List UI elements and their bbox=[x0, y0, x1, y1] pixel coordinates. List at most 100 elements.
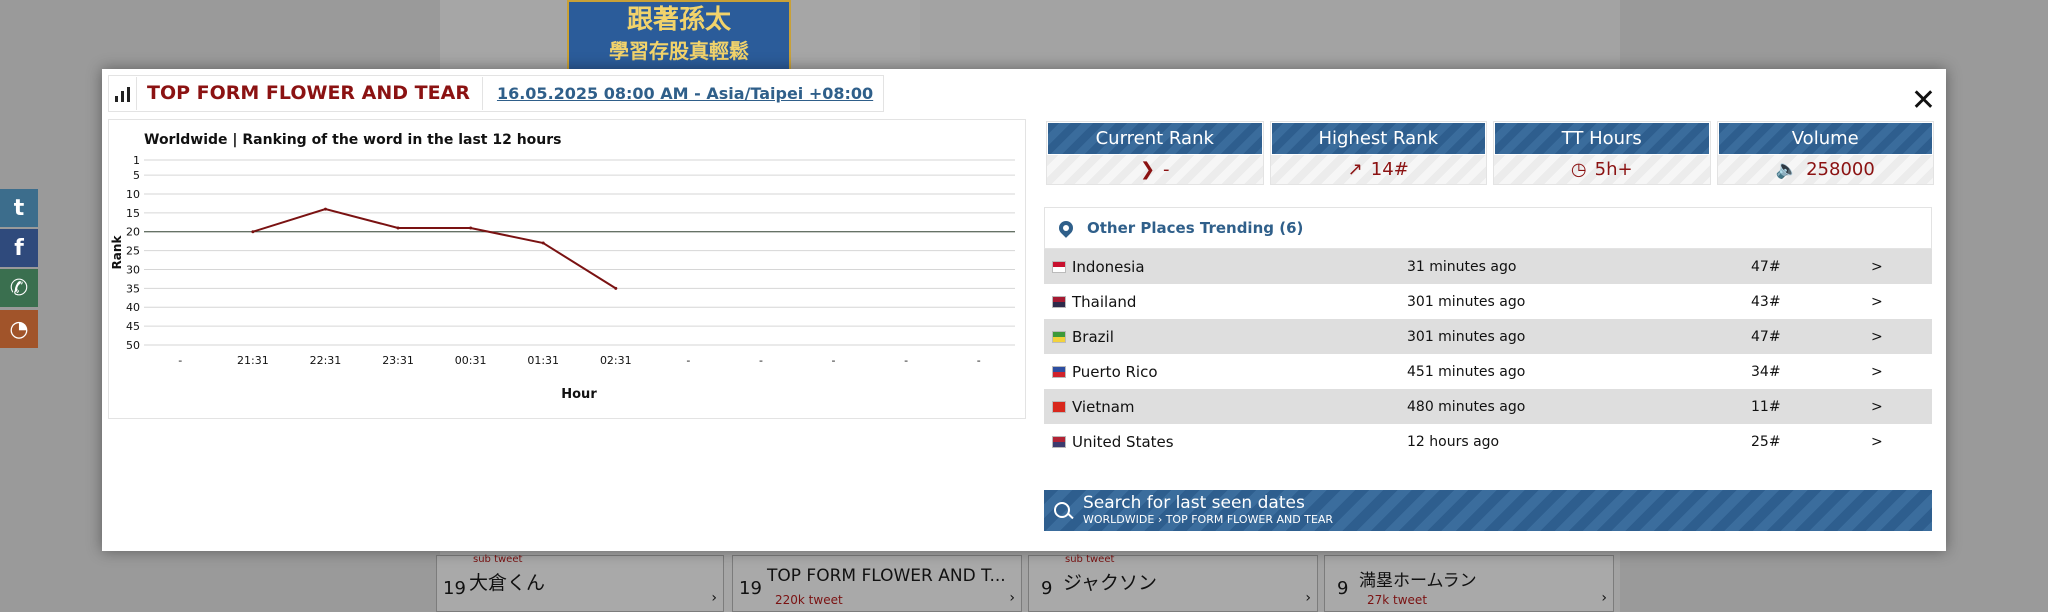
series-line bbox=[252, 208, 617, 290]
stat-label: Highest Rank bbox=[1270, 122, 1486, 155]
cell-rank: 9 bbox=[1041, 578, 1053, 599]
x-tick-label: - bbox=[904, 354, 908, 367]
flag-icon bbox=[1052, 435, 1066, 448]
trend-detail-modal: ✕ TOP FORM FLOWER AND TEAR 16.05.2025 08… bbox=[102, 69, 1946, 551]
place-row[interactable]: Thailand 301 minutes ago 43# > bbox=[1044, 284, 1932, 319]
trend-date-link[interactable]: 16.05.2025 08:00 AM - Asia/Taipei +08:00 bbox=[483, 77, 883, 110]
x-tick-label: 21:31 bbox=[237, 354, 269, 367]
stat-value: 5h+ bbox=[1594, 158, 1633, 180]
x-tick-label: 00:31 bbox=[455, 354, 487, 367]
y-axis-label: Rank bbox=[110, 235, 124, 270]
place-row[interactable]: Vietnam 480 minutes ago 11# > bbox=[1044, 389, 1932, 424]
stat-highest-rank: Highest Rank ↗ 14# bbox=[1269, 121, 1487, 185]
y-tick-label: 15 bbox=[126, 207, 140, 220]
x-tick-label: 22:31 bbox=[310, 354, 342, 367]
y-tick-label: 50 bbox=[126, 339, 140, 352]
y-tick-label: 20 bbox=[126, 226, 140, 239]
search-last-seen-button[interactable]: Search for last seen dates WORLDWIDE › T… bbox=[1044, 490, 1932, 531]
whatsapp-icon[interactable]: ✆ bbox=[0, 269, 38, 307]
trend-cell[interactable]: 9 満塁ホームラン 27k tweet › bbox=[1324, 555, 1614, 612]
place-rank: 47# bbox=[1751, 328, 1781, 345]
x-tick-label: 02:31 bbox=[600, 354, 632, 367]
trend-cell[interactable]: 19 TOP FORM FLOWER AND T... 220k tweet › bbox=[732, 555, 1022, 612]
flag-icon bbox=[1052, 365, 1066, 378]
y-tick-label: 40 bbox=[126, 301, 140, 314]
y-tick-label: 45 bbox=[126, 320, 140, 333]
cell-rank: 9 bbox=[1337, 578, 1349, 599]
ad-banner[interactable]: 跟著孫太 學習存股真輕鬆 bbox=[567, 0, 791, 72]
chevron-right-icon: › bbox=[1601, 590, 1607, 606]
trend-cell[interactable]: sub tweet 19 大倉くん › bbox=[436, 554, 724, 612]
y-tick-label: 10 bbox=[126, 188, 140, 201]
x-tick-label: - bbox=[832, 354, 836, 367]
chevron-right-icon: › bbox=[1009, 590, 1015, 606]
place-country: Thailand bbox=[1072, 292, 1137, 311]
stat-label: Current Rank bbox=[1047, 122, 1263, 155]
y-tick-label: 25 bbox=[126, 245, 140, 258]
other-places-list: Indonesia 31 minutes ago 47# > Thailand 301 m… bbox=[1044, 249, 1932, 459]
trend-cell[interactable]: sub tweet 9 ジャクソン › bbox=[1028, 554, 1318, 612]
x-tick-label: 23:31 bbox=[382, 354, 414, 367]
data-point bbox=[614, 286, 618, 290]
chevron-right-icon: › bbox=[711, 590, 717, 606]
clock-icon: ◷ bbox=[1570, 158, 1587, 180]
place-rank: 47# bbox=[1751, 258, 1781, 275]
cell-title: ジャクソン bbox=[1063, 572, 1158, 594]
search-icon bbox=[1054, 502, 1070, 518]
banner-line: 學習存股真輕鬆 bbox=[609, 39, 749, 63]
x-tick-label: - bbox=[686, 354, 690, 367]
modal-header: TOP FORM FLOWER AND TEAR 16.05.2025 08:0… bbox=[108, 75, 885, 112]
place-go: > bbox=[1871, 258, 1883, 275]
trending-up-icon: ↗ bbox=[1347, 158, 1363, 180]
place-go: > bbox=[1871, 363, 1883, 380]
other-places-header: Other Places Trending (6) bbox=[1044, 207, 1932, 249]
cell-top-text: sub tweet bbox=[473, 554, 523, 565]
place-row[interactable]: Indonesia 31 minutes ago 47# > bbox=[1044, 249, 1932, 284]
place-go: > bbox=[1871, 433, 1883, 450]
place-row[interactable]: Brazil 301 minutes ago 47# > bbox=[1044, 319, 1932, 354]
x-tick-label: 01:31 bbox=[527, 354, 559, 367]
data-point bbox=[396, 226, 400, 230]
place-time: 480 minutes ago bbox=[1407, 398, 1526, 415]
place-time: 451 minutes ago bbox=[1407, 363, 1526, 380]
flag-icon bbox=[1052, 400, 1066, 413]
facebook-icon[interactable]: f bbox=[0, 229, 38, 267]
stat-value: 14# bbox=[1370, 158, 1409, 180]
x-axis-label: Hour bbox=[561, 387, 597, 402]
place-country: Vietnam bbox=[1072, 397, 1135, 416]
stat-tt-hours: TT Hours ◷ 5h+ bbox=[1493, 121, 1711, 185]
place-go: > bbox=[1871, 293, 1883, 310]
flag-icon bbox=[1052, 260, 1066, 273]
data-point bbox=[541, 241, 545, 245]
stat-volume: Volume 🔈 258000 bbox=[1716, 121, 1934, 185]
speaker-icon: 🔈 bbox=[1775, 158, 1799, 180]
chevron-right-icon: ❯ bbox=[1139, 158, 1156, 180]
stats-panel: Current Rank ❯ - Highest Rank ↗ 14# TT Hou… bbox=[1046, 121, 1934, 185]
cell-title: 満塁ホームラン bbox=[1359, 571, 1477, 591]
y-tick-label: 1 bbox=[133, 154, 140, 167]
search-label: Search for last seen dates bbox=[1083, 493, 1305, 513]
rank-chart-svg: Worldwide | Ranking of the word in the l… bbox=[110, 132, 1015, 402]
stat-label: Volume bbox=[1717, 122, 1933, 155]
data-point bbox=[469, 226, 473, 230]
rank-chart: Worldwide | Ranking of the word in the l… bbox=[108, 119, 1026, 419]
close-icon[interactable]: ✕ bbox=[1911, 83, 1936, 118]
y-tick-label: 5 bbox=[133, 169, 140, 182]
flag-icon bbox=[1052, 330, 1066, 343]
flag-icon bbox=[1052, 295, 1066, 308]
place-country: Indonesia bbox=[1072, 257, 1145, 276]
cell-subtitle: 27k tweet bbox=[1367, 593, 1428, 607]
place-row[interactable]: Puerto Rico 451 minutes ago 34# > bbox=[1044, 354, 1932, 389]
cell-subtitle: 220k tweet bbox=[775, 593, 843, 607]
place-country: United States bbox=[1072, 432, 1174, 451]
data-point bbox=[251, 230, 255, 234]
stat-value: 258000 bbox=[1806, 158, 1875, 180]
y-tick-label: 35 bbox=[126, 282, 140, 295]
rss-icon[interactable]: ◔ bbox=[0, 310, 38, 348]
location-pin-icon bbox=[1056, 218, 1076, 238]
cell-rank: 19 bbox=[739, 578, 762, 599]
place-row[interactable]: United States 12 hours ago 25# > bbox=[1044, 424, 1932, 459]
chart-title: Worldwide | Ranking of the word in the l… bbox=[144, 132, 561, 148]
place-time: 31 minutes ago bbox=[1407, 258, 1517, 275]
twitter-icon[interactable]: t bbox=[0, 189, 38, 227]
